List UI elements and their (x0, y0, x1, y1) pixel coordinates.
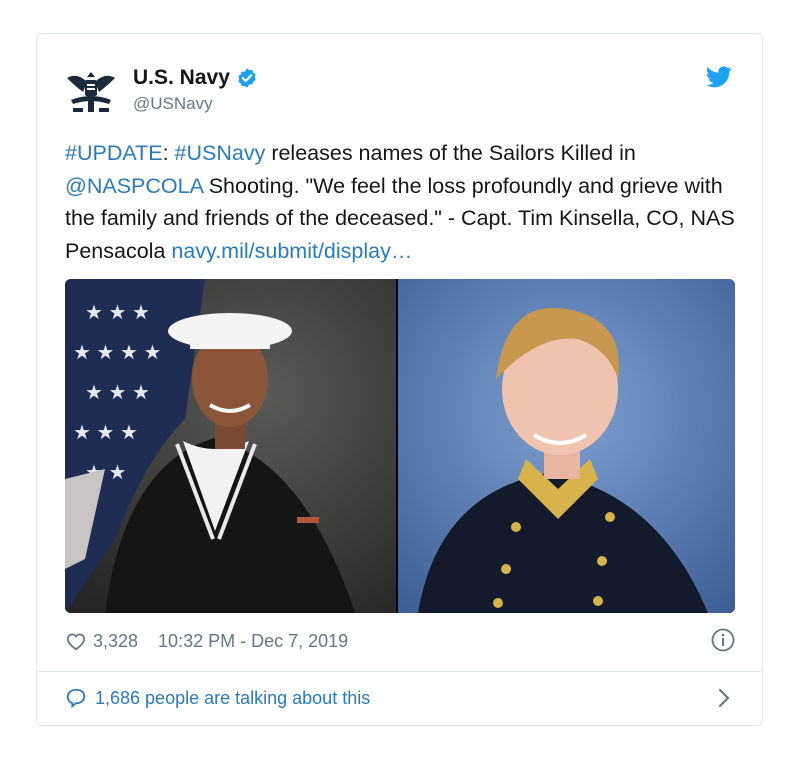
tweet-text-segment: releases names of the Sailors Killed in (265, 141, 636, 165)
hashtag-usnavy-link[interactable]: #USNavy (175, 141, 266, 165)
info-icon[interactable] (711, 628, 735, 652)
hashtag-update-link[interactable]: #UPDATE (65, 141, 163, 165)
talking-count-text[interactable]: 1,686 people are talking about this (95, 688, 370, 709)
svg-text:★ ★ ★: ★ ★ ★ (85, 302, 150, 324)
tweet-meta-row: 3,328 10:32 PM - Dec 7, 2019 (65, 628, 735, 654)
tweet-text-segment: : (162, 141, 175, 165)
like-count[interactable]: 3,328 (93, 631, 138, 652)
sailor-photo-left[interactable]: ★ ★ ★ ★ ★ ★ ★ ★ ★ ★ ★ ★ ★ ★ ★ (65, 279, 396, 613)
divider (37, 671, 762, 672)
display-name[interactable]: U.S. Navy (133, 66, 230, 90)
speech-bubble-icon (66, 688, 86, 709)
url-link[interactable]: navy.mil/submit/display… (171, 239, 412, 263)
tweet-text: #UPDATE: #USNavy releases names of the S… (65, 137, 735, 267)
chevron-right-icon[interactable] (717, 687, 731, 709)
heart-icon[interactable] (65, 631, 87, 651)
navy-eagle-logo-avatar[interactable] (65, 64, 117, 116)
conversation-link[interactable]: 1,686 people are talking about this (65, 685, 735, 711)
tweet-timestamp[interactable]: 10:32 PM - Dec 7, 2019 (158, 631, 348, 652)
author-handle[interactable]: @USNavy (133, 94, 213, 114)
tweet-card[interactable]: U.S. Navy @USNavy #UPDATE: #USNavy relea… (36, 33, 763, 726)
svg-text:★ ★ ★ ★: ★ ★ ★ ★ (73, 342, 161, 364)
sailor-photo-right[interactable] (398, 279, 735, 613)
verified-badge-icon (238, 68, 256, 88)
twitter-bird-icon[interactable] (706, 66, 732, 88)
author-name-row[interactable]: U.S. Navy (133, 66, 258, 90)
mention-naspcola-link[interactable]: @NASPCOLA (65, 174, 203, 198)
svg-text:★ ★ ★: ★ ★ ★ (85, 382, 150, 404)
svg-text:★ ★ ★: ★ ★ ★ (73, 422, 138, 444)
tweet-media[interactable]: ★ ★ ★ ★ ★ ★ ★ ★ ★ ★ ★ ★ ★ ★ ★ (65, 279, 735, 613)
